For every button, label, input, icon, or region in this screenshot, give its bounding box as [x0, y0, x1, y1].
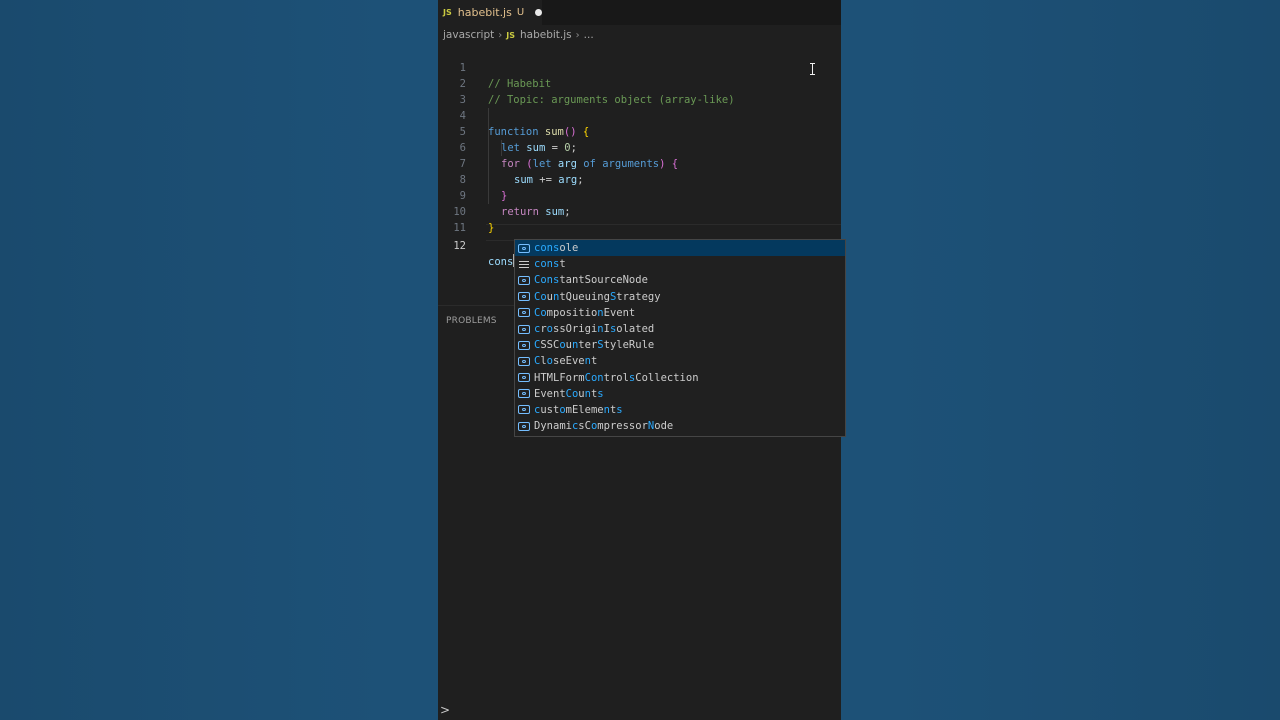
- variable-icon: [518, 421, 530, 431]
- breadcrumb: javascript › JS habebit.js › ...: [438, 26, 841, 44]
- suggestion-label: CSSCounterStyleRule: [534, 339, 655, 352]
- suggestion-widget[interactable]: console const ConstantSourceNode CountQueui…: [514, 239, 846, 437]
- suggestion-item[interactable]: CountQueuingStrategy: [515, 289, 845, 305]
- code-line: 1 // Habebit: [438, 44, 841, 90]
- suggestion-label: customElements: [534, 403, 623, 416]
- javascript-file-icon: JS: [443, 8, 452, 17]
- suggestion-item[interactable]: CSSCounterStyleRule: [515, 337, 845, 353]
- chevron-right-icon: ›: [575, 29, 580, 41]
- code-line: 4 function sum() {: [438, 92, 841, 138]
- code-text: cons: [488, 254, 515, 270]
- code-editor[interactable]: 1 // Habebit 2 // Topic: arguments objec…: [438, 44, 841, 268]
- suggestion-item[interactable]: const: [515, 256, 845, 272]
- code-line: 12 cons: [438, 222, 841, 268]
- tab-problems[interactable]: PROBLEMS: [446, 316, 497, 326]
- suggestion-label: CountQueuingStrategy: [534, 290, 661, 303]
- breadcrumb-folder[interactable]: javascript: [443, 29, 494, 41]
- code-line: 3: [438, 76, 841, 106]
- variable-icon: [518, 308, 530, 318]
- variable-icon: [518, 373, 530, 383]
- suggestion-item[interactable]: CompositionEvent: [515, 305, 845, 321]
- tab-habebit-js[interactable]: JS habebit.js U: [438, 0, 542, 25]
- suggestion-label: DynamicsCompressorNode: [534, 420, 674, 433]
- suggestion-item[interactable]: ConstantSourceNode: [515, 272, 845, 288]
- code-line: 7 sum += arg;: [438, 140, 841, 186]
- suggestion-label: const: [534, 258, 566, 271]
- suggestion-label: HTMLFormControlsCollection: [534, 371, 699, 384]
- untracked-status-badge: U: [516, 7, 525, 18]
- suggestion-label: ConstantSourceNode: [534, 274, 648, 287]
- code-line: 5 let sum = 0;: [438, 108, 841, 154]
- breadcrumb-symbols[interactable]: ...: [584, 29, 594, 41]
- tab-label: habebit.js: [457, 6, 512, 19]
- variable-icon: [518, 324, 530, 334]
- typed-text: cons: [488, 256, 514, 268]
- mouse-ibeam-cursor-icon: [810, 63, 815, 75]
- code-line: 6 for (let arg of arguments) {: [438, 124, 841, 170]
- variable-icon: [518, 405, 530, 415]
- code-line: 10 }: [438, 188, 841, 234]
- suggestion-item[interactable]: crossOriginIsolated: [515, 321, 845, 337]
- suggestion-item[interactable]: DynamicsCompressorNode: [515, 418, 845, 434]
- suggestion-item[interactable]: customElements: [515, 402, 845, 418]
- suggestion-item[interactable]: HTMLFormControlsCollection: [515, 370, 845, 386]
- code-line: 11: [438, 204, 841, 234]
- suggestion-item[interactable]: console: [515, 240, 845, 257]
- variable-icon: [518, 292, 530, 302]
- variable-icon: [518, 243, 530, 253]
- tab-bar: JS habebit.js U: [438, 0, 841, 25]
- suggestion-item[interactable]: CloseEvent: [515, 353, 845, 369]
- variable-icon: [518, 389, 530, 399]
- line-number: 12: [453, 240, 466, 252]
- variable-icon: [518, 340, 530, 350]
- javascript-file-icon: JS: [506, 30, 516, 40]
- unsaved-dot-icon[interactable]: [535, 9, 542, 16]
- variable-icon: [518, 275, 530, 285]
- code-line: 8 }: [438, 156, 841, 202]
- keyword-icon: [518, 260, 530, 269]
- variable-icon: [518, 356, 530, 366]
- suggestion-label: crossOriginIsolated: [534, 323, 655, 336]
- chevron-right-icon: >: [440, 703, 451, 717]
- code-line: 2 // Topic: arguments object (array-like…: [438, 60, 841, 106]
- suggestion-label: CompositionEvent: [534, 306, 636, 319]
- suggestion-label: EventCounts: [534, 387, 604, 400]
- code-line: 9 return sum;: [438, 172, 841, 218]
- breadcrumb-file[interactable]: habebit.js: [520, 29, 572, 41]
- suggestion-label: CloseEvent: [534, 355, 598, 368]
- chevron-right-icon: ›: [498, 29, 503, 41]
- suggestion-item[interactable]: EventCounts: [515, 386, 845, 402]
- suggestion-label: console: [534, 242, 579, 255]
